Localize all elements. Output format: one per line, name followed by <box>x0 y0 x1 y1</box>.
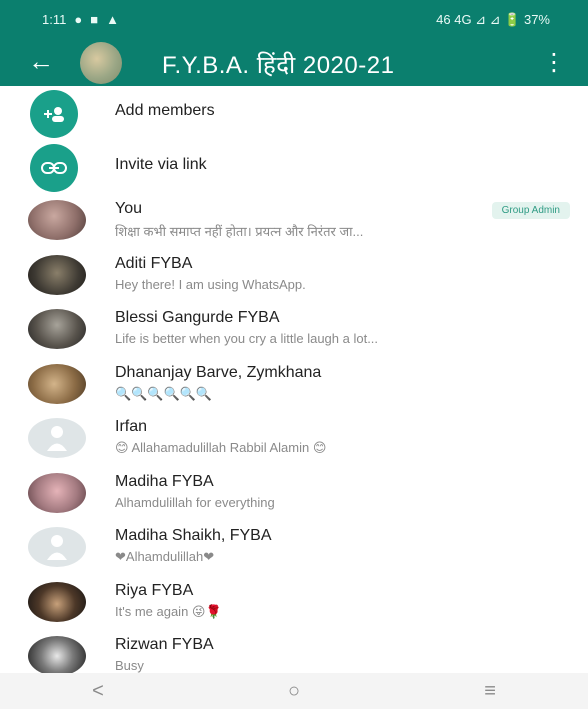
nav-back-button[interactable]: < <box>92 680 104 703</box>
group-avatar[interactable] <box>80 42 122 84</box>
add-person-icon <box>30 90 78 138</box>
member-row[interactable]: Aditi FYBA Hey there! I am using WhatsAp… <box>0 249 588 304</box>
link-icon <box>30 144 78 192</box>
member-about: 😊 Allahamadulillah Rabbil Alamin 😊 <box>115 440 327 455</box>
avatar <box>28 309 86 349</box>
avatar <box>28 472 86 513</box>
message-icon: ■ <box>90 12 99 27</box>
member-about: शिक्षा कभी समाप्त नहीं होता। प्रयत्न और … <box>115 224 364 239</box>
member-name: Blessi Gangurde FYBA <box>115 309 280 326</box>
nav-home-button[interactable]: ○ <box>288 680 300 703</box>
back-arrow-icon[interactable]: ← <box>28 46 54 76</box>
member-about: It's me again 😜🌹 <box>115 603 222 619</box>
avatar <box>28 254 86 295</box>
member-row[interactable]: Dhananjay Barve, Zymkhana 🔍🔍🔍🔍🔍🔍 <box>0 358 588 413</box>
avatar <box>28 581 86 622</box>
notification-icon: ▲ <box>106 12 119 27</box>
invite-link-label: Invite via link <box>115 156 207 173</box>
nav-recents-button[interactable]: ≡ <box>484 680 496 703</box>
member-name: Irfan <box>115 418 148 435</box>
avatar <box>28 363 86 404</box>
member-name: Rizwan FYBA <box>115 636 214 653</box>
member-about: Life is better when you cry a little lau… <box>115 331 379 346</box>
member-row-you[interactable]: You Group Admin शिक्षा कभी समाप्त नहीं ह… <box>0 194 588 249</box>
avatar <box>28 418 86 458</box>
member-name: Madiha Shaikh, FYBA <box>115 527 272 544</box>
status-left: 1:11 ● ■ ▲ <box>42 12 119 27</box>
system-nav-bar: < ○ ≡ <box>0 673 588 709</box>
member-about: Alhamdulillah for everything <box>115 494 275 510</box>
avatar <box>28 200 86 240</box>
participants-list: Add members Invite via link You Group Ad… <box>0 86 588 685</box>
member-about: Busy <box>115 658 144 673</box>
avatar <box>28 527 86 567</box>
member-name: You <box>115 200 142 217</box>
member-row[interactable]: Irfan 😊 Allahamadulillah Rabbil Alamin 😊 <box>0 412 588 467</box>
invite-link-button[interactable]: Invite via link <box>0 140 588 194</box>
member-row[interactable]: Madiha FYBA Alhamdulillah for everything <box>0 467 588 522</box>
group-title[interactable]: F.Y.B.A. हिंदी 2020-21 <box>162 48 394 81</box>
more-options-icon[interactable]: ⋮ <box>542 48 566 77</box>
member-name: Riya FYBA <box>115 581 194 599</box>
member-about: ❤Alhamdulillah❤ <box>115 549 215 564</box>
member-row[interactable]: Riya FYBA It's me again 😜🌹 <box>0 576 588 631</box>
status-time: 1:11 <box>42 12 67 27</box>
location-icon: ● <box>74 12 83 27</box>
default-person-icon <box>47 426 67 451</box>
member-about: 🔍🔍🔍🔍🔍🔍 <box>115 385 213 401</box>
default-person-icon <box>47 535 67 560</box>
group-admin-badge: Group Admin <box>491 202 570 219</box>
member-row[interactable]: Madiha Shaikh, FYBA ❤Alhamdulillah❤ <box>0 521 588 576</box>
status-right: 46 4G ⊿ ⊿ 🔋 37% <box>436 12 550 27</box>
member-name: Dhananjay Barve, Zymkhana <box>115 363 322 381</box>
member-about: Hey there! I am using WhatsApp. <box>115 276 306 292</box>
member-name: Madiha FYBA <box>115 472 214 490</box>
app-bar: ← F.Y.B.A. हिंदी 2020-21 ⋮ <box>0 38 588 86</box>
add-members-button[interactable]: Add members <box>0 86 588 140</box>
member-row[interactable]: Blessi Gangurde FYBA Life is better when… <box>0 303 588 358</box>
add-members-label: Add members <box>115 102 215 119</box>
member-name: Aditi FYBA <box>115 254 193 272</box>
avatar <box>28 636 86 676</box>
status-bar: 1:11 ● ■ ▲ 46 4G ⊿ ⊿ 🔋 37% <box>0 0 588 38</box>
